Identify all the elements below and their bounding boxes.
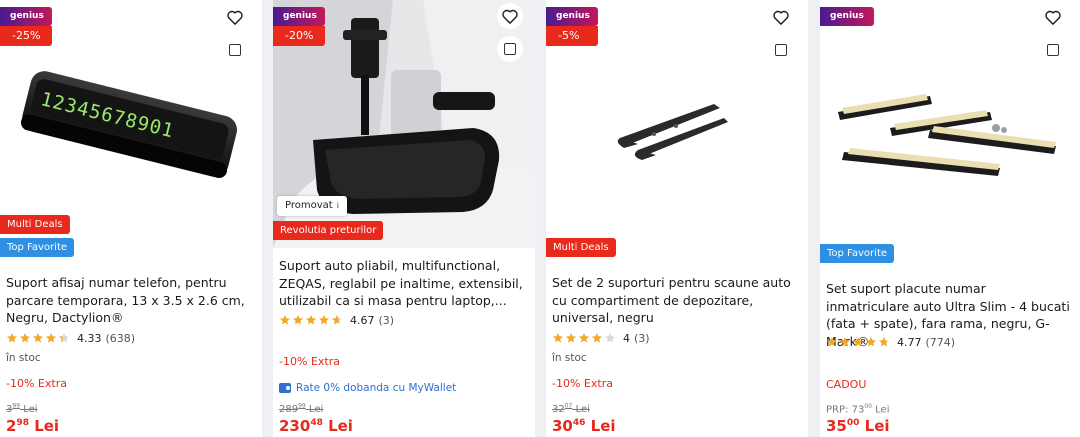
stock-status: în stoc <box>6 352 41 364</box>
star-icon <box>280 315 290 325</box>
genius-badge: genius <box>820 7 874 26</box>
favorite-heart-icon[interactable] <box>497 3 523 29</box>
rating-score: 4 <box>623 331 630 345</box>
gift-label: CADOU <box>826 378 867 391</box>
star-icon <box>306 315 316 325</box>
star-icon <box>293 315 303 325</box>
recommended-price: PRP: 7300 Lei <box>826 403 890 416</box>
star-icon <box>7 333 17 343</box>
old-price: 399 Lei <box>6 403 38 416</box>
star-icon <box>319 315 329 325</box>
star-icon <box>579 333 589 343</box>
review-count: (3) <box>634 331 650 345</box>
compare-checkbox-icon[interactable] <box>771 40 791 60</box>
extra-discount: -10% Extra <box>6 377 67 390</box>
product-card[interactable]: genius -20% Promovat i Revolutia preturil… <box>273 0 535 437</box>
review-count: (3) <box>378 313 395 327</box>
wallet-installments[interactable]: Rate 0% dobanda cu MyWallet <box>279 382 456 394</box>
review-count: (774) <box>925 335 956 349</box>
rating[interactable]: 4.77 (774) <box>826 335 955 349</box>
genius-badge: genius <box>0 7 52 26</box>
product-title[interactable]: Suport afisaj numar telefon, pentru parc… <box>6 274 254 327</box>
product-card[interactable]: genius Top Favorite Set suport placute n… <box>820 0 1080 437</box>
discount-badge: -25% <box>0 26 52 46</box>
compare-checkbox-icon[interactable] <box>497 36 523 62</box>
product-card[interactable]: genius -5% Multi Deals Set de 2 suportur… <box>546 0 808 437</box>
favorite-heart-icon[interactable] <box>1042 6 1064 28</box>
favorite-heart-icon[interactable] <box>770 6 792 28</box>
star-icon <box>33 333 43 343</box>
genius-badge: genius <box>546 7 598 26</box>
rating[interactable]: 4 (3) <box>552 331 650 345</box>
product-title[interactable]: Set de 2 suporturi pentru scaune auto cu… <box>552 274 800 327</box>
rating-stars <box>826 336 891 348</box>
star-icon <box>59 333 69 343</box>
rating-stars <box>6 332 71 344</box>
star-icon <box>332 315 342 325</box>
top-favorite-badge: Top Favorite <box>0 238 75 257</box>
product-image[interactable] <box>820 70 1080 200</box>
rating-score: 4.33 <box>77 331 102 345</box>
product-image[interactable] <box>546 60 808 220</box>
product-title[interactable]: Suport auto pliabil, multifunctional, ZE… <box>279 257 527 310</box>
favorite-heart-icon[interactable] <box>224 6 246 28</box>
extra-discount: -10% Extra <box>552 377 613 390</box>
wallet-icon <box>279 383 291 393</box>
rating-stars <box>279 314 344 326</box>
product-image[interactable]: 12345678901 <box>0 50 262 210</box>
star-icon <box>840 337 850 347</box>
star-icon <box>605 333 615 343</box>
rating-score: 4.67 <box>350 313 375 327</box>
compare-checkbox-icon[interactable] <box>1043 40 1063 60</box>
stock-status: în stoc <box>552 352 587 364</box>
star-icon <box>827 337 837 347</box>
star-icon <box>866 337 876 347</box>
old-price: 3207 Lei <box>552 403 590 416</box>
star-icon <box>853 337 863 347</box>
rating[interactable]: 4.67 (3) <box>279 313 394 327</box>
old-price: 28999 Lei <box>279 403 324 416</box>
price-revolution-badge: Revolutia preturilor <box>273 221 384 240</box>
star-icon <box>20 333 30 343</box>
star-icon <box>879 337 889 347</box>
star-icon <box>46 333 56 343</box>
current-price: 298 Lei <box>6 417 60 435</box>
genius-badge: genius <box>273 7 325 26</box>
rating-score: 4.77 <box>897 335 922 349</box>
current-price: 23048 Lei <box>279 417 353 435</box>
product-grid: genius -25% 12345678901 Multi Deals Top … <box>0 0 1080 437</box>
rating-stars <box>552 332 617 344</box>
top-favorite-badge: Top Favorite <box>820 244 895 263</box>
current-price: 3046 Lei <box>552 417 616 435</box>
rating[interactable]: 4.33 (638) <box>6 331 135 345</box>
discount-badge: -20% <box>273 26 325 46</box>
review-count: (638) <box>105 331 136 345</box>
multi-deals-badge: Multi Deals <box>0 215 70 234</box>
star-icon <box>553 333 563 343</box>
product-card[interactable]: genius -25% 12345678901 Multi Deals Top … <box>0 0 262 437</box>
multi-deals-badge: Multi Deals <box>546 238 616 257</box>
current-price: 3500 Lei <box>826 417 890 435</box>
info-icon[interactable]: i <box>337 201 339 210</box>
star-icon <box>566 333 576 343</box>
star-icon <box>592 333 602 343</box>
extra-discount: -10% Extra <box>279 355 340 368</box>
sponsored-label[interactable]: Promovat i <box>277 196 347 216</box>
discount-badge: -5% <box>546 26 598 46</box>
